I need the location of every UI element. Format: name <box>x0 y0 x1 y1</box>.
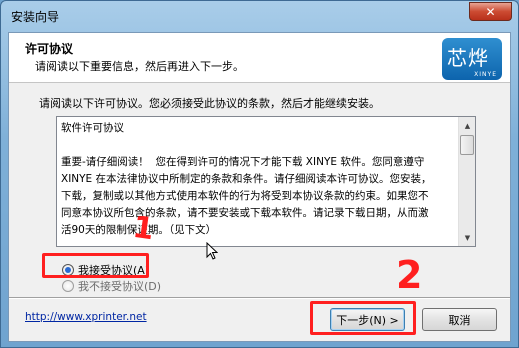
annotation-number-two: 2 <box>396 253 423 297</box>
license-line: 活90天的限制保证期。（见下文） <box>61 224 217 236</box>
xinye-logo: 芯烨 XINYE <box>442 38 502 80</box>
intro-text: 请阅读以下许可协议。您必须接受此协议的条款，然后才能继续安装。 <box>39 97 380 110</box>
cancel-button[interactable]: 取消 <box>422 308 497 331</box>
page-title: 许可协议 <box>25 42 74 56</box>
license-line: 同意本协议所包含的条款，请不要安装或下载本软件。请记录下载日期，从而激 <box>61 207 429 219</box>
reject-radio-row[interactable]: 我不接受协议(D) <box>62 278 161 294</box>
reject-radio[interactable] <box>62 280 74 292</box>
close-button[interactable]: ✕ <box>469 2 512 21</box>
page-subtitle: 请阅读以下重要信息，然后再进入下一步。 <box>35 60 244 73</box>
scroll-thumb[interactable] <box>460 135 474 155</box>
scroll-down-button[interactable]: ▼ <box>460 229 475 246</box>
wizard-header: 许可协议 请阅读以下重要信息，然后再进入下一步。 芯烨 XINYE <box>9 33 510 83</box>
license-line: 软件许可协议 <box>61 122 124 134</box>
annotation-box-next <box>310 301 416 335</box>
close-icon: ✕ <box>485 4 496 19</box>
window-title: 安装向导 <box>11 10 60 24</box>
title-bar[interactable]: 安装向导 ✕ <box>1 1 518 31</box>
reject-label[interactable]: 我不接受协议(D) <box>78 278 161 294</box>
scroll-up-button[interactable]: ▲ <box>460 117 475 134</box>
license-line <box>61 239 453 244</box>
cancel-label: 取消 <box>448 313 471 327</box>
website-link[interactable]: http://www.xprinter.net <box>25 311 147 323</box>
license-line: 重要-请仔细阅读！ 您在得到许可的情况下才能下载 XINYE 软件。您同意遵守 <box>61 156 425 168</box>
logo-glyph: 芯烨 <box>447 46 489 70</box>
logo-sub: XINYE <box>474 71 497 78</box>
chevron-down-icon: ▼ <box>464 233 471 242</box>
chevron-up-icon: ▲ <box>464 121 471 130</box>
installer-window: 安装向导 ✕ 许可协议 请阅读以下重要信息，然后再进入下一步。 芯烨 XINYE… <box>0 0 519 348</box>
license-line: 下载，复制或以其他方式使用本软件的行为将受到本协议条款的约束。如果您不 <box>61 190 429 202</box>
wizard-page: 许可协议 请阅读以下重要信息，然后再进入下一步。 芯烨 XINYE 请阅读以下许… <box>8 32 511 342</box>
footer-separator <box>9 297 510 299</box>
annotation-box-accept <box>42 253 149 278</box>
mouse-cursor-icon <box>206 242 218 260</box>
license-scrollbar[interactable]: ▲ ▼ <box>458 117 475 246</box>
license-line: XINYE 在本法律协议中所制定的条款和条件。请仔细阅读本许可协议。您安装， <box>61 173 432 185</box>
license-line <box>61 137 453 154</box>
license-text: 软件许可协议 重要-请仔细阅读！ 您在得到许可的情况下才能下载 XINYE 软件… <box>61 120 453 244</box>
license-textbox[interactable]: 软件许可协议 重要-请仔细阅读！ 您在得到许可的情况下才能下载 XINYE 软件… <box>56 116 476 247</box>
